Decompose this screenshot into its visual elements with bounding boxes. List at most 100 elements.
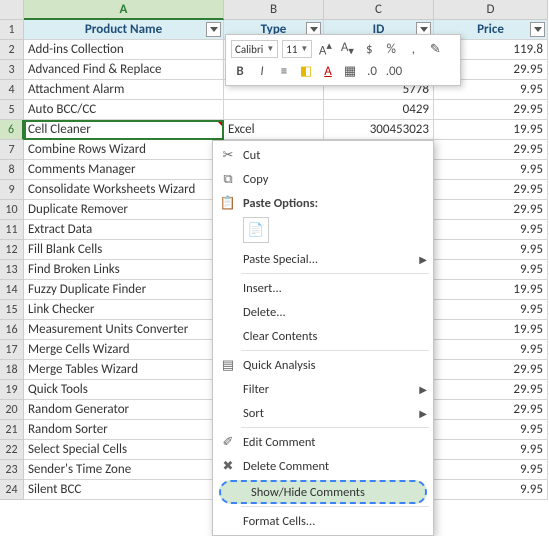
increase-font-icon[interactable]: A▴ xyxy=(316,39,334,58)
row-number[interactable]: 4 xyxy=(0,80,24,100)
cell[interactable]: 9.95 xyxy=(434,340,548,360)
row-number[interactable]: 10 xyxy=(0,200,24,220)
decrease-decimal-icon[interactable]: .0 xyxy=(363,64,381,79)
row-number[interactable]: 20 xyxy=(0,400,24,420)
row-number[interactable]: 11 xyxy=(0,220,24,240)
row-number[interactable]: 17 xyxy=(0,340,24,360)
menu-edit-comment[interactable]: ✐Edit Comment xyxy=(213,430,433,454)
cell[interactable]: 9.95 xyxy=(434,240,548,260)
cell[interactable]: 9.95 xyxy=(434,160,548,180)
fill-color-icon[interactable]: ◧ xyxy=(297,64,315,79)
filter-icon[interactable] xyxy=(530,22,545,37)
cell[interactable]: Fuzzy Duplicate Finder xyxy=(24,280,224,300)
col-header-C[interactable]: C xyxy=(324,0,434,20)
cell[interactable]: 29.95 xyxy=(434,180,548,200)
row-number[interactable]: 8 xyxy=(0,160,24,180)
cell[interactable]: 9.95 xyxy=(434,420,548,440)
cell[interactable]: Merge Tables Wizard xyxy=(24,360,224,380)
row-number[interactable]: 6 xyxy=(0,120,24,140)
borders-icon[interactable]: ▦ xyxy=(341,64,359,79)
comma-icon[interactable]: , xyxy=(404,42,422,57)
menu-cut[interactable]: ✂Cut xyxy=(213,143,433,167)
cell[interactable]: 300453023 xyxy=(324,120,434,140)
cell[interactable]: Comments Manager xyxy=(24,160,224,180)
cell[interactable]: Fill Blank Cells xyxy=(24,240,224,260)
filter-icon[interactable] xyxy=(206,22,221,37)
cell[interactable]: 0429 xyxy=(324,100,434,120)
cell[interactable]: Extract Data xyxy=(24,220,224,240)
row-number[interactable]: 2 xyxy=(0,40,24,60)
cell[interactable]: Add-ins Collection xyxy=(24,40,224,60)
row-number[interactable]: 19 xyxy=(0,380,24,400)
row-number[interactable]: 16 xyxy=(0,320,24,340)
font-size-select[interactable]: 11▼ xyxy=(282,40,312,58)
decrease-font-icon[interactable]: A▾ xyxy=(338,40,356,58)
italic-icon[interactable]: I xyxy=(253,64,271,79)
table-header-product[interactable]: Product Name xyxy=(24,20,224,40)
cell[interactable]: 9.95 xyxy=(434,260,548,280)
col-header-A[interactable]: A xyxy=(24,0,224,20)
cell[interactable]: Merge Cells Wizard xyxy=(24,340,224,360)
increase-decimal-icon[interactable]: .00 xyxy=(385,64,403,79)
cell[interactable]: Measurement Units Converter xyxy=(24,320,224,340)
cell[interactable]: Combine Rows Wizard xyxy=(24,140,224,160)
cell[interactable]: 9.95 xyxy=(434,220,548,240)
cell[interactable]: 29.95 xyxy=(434,200,548,220)
cell[interactable]: 29.95 xyxy=(434,380,548,400)
row-number[interactable]: 9 xyxy=(0,180,24,200)
cell[interactable]: Quick Tools xyxy=(24,380,224,400)
cell[interactable]: Sender's Time Zone xyxy=(24,460,224,480)
cell[interactable]: 29.95 xyxy=(434,360,548,380)
cell[interactable]: 9.95 xyxy=(434,300,548,320)
row-number[interactable]: 24 xyxy=(0,480,24,500)
cell[interactable]: 29.95 xyxy=(434,400,548,420)
menu-filter[interactable]: Filter▶ xyxy=(213,377,433,401)
menu-format-cells[interactable]: Format Cells... xyxy=(213,509,433,533)
row-number[interactable]: 7 xyxy=(0,140,24,160)
cell[interactable]: 9.95 xyxy=(434,460,548,480)
cell[interactable]: Auto BCC/CC xyxy=(24,100,224,120)
cell[interactable]: Excel xyxy=(224,120,324,140)
menu-insert[interactable]: Insert... xyxy=(213,276,433,300)
cell[interactable] xyxy=(224,100,324,120)
cell[interactable]: Attachment Alarm xyxy=(24,80,224,100)
paste-default-button[interactable]: 📄 xyxy=(243,217,269,243)
cell[interactable]: Consolidate Worksheets Wizard xyxy=(24,180,224,200)
cell[interactable]: Random Sorter xyxy=(24,420,224,440)
bold-icon[interactable]: B xyxy=(231,64,249,79)
currency-icon[interactable]: $ xyxy=(360,42,378,57)
cell[interactable]: 29.95 xyxy=(434,100,548,120)
cell[interactable]: 19.95 xyxy=(434,280,548,300)
cell[interactable]: 9.95 xyxy=(434,440,548,460)
cell[interactable]: Link Checker xyxy=(24,300,224,320)
row-number[interactable]: 3 xyxy=(0,60,24,80)
menu-delete[interactable]: Delete... xyxy=(213,300,433,324)
menu-show-hide-comments[interactable]: Show/Hide Comments xyxy=(219,480,427,504)
menu-delete-comment[interactable]: ✖Delete Comment xyxy=(213,454,433,478)
row-number[interactable]: 21 xyxy=(0,420,24,440)
menu-sort[interactable]: Sort▶ xyxy=(213,401,433,425)
format-painter-icon[interactable]: ✎ xyxy=(426,42,444,57)
row-number[interactable]: 1 xyxy=(0,20,24,40)
row-number[interactable]: 15 xyxy=(0,300,24,320)
row-number[interactable]: 14 xyxy=(0,280,24,300)
font-select[interactable]: Calibri▼ xyxy=(231,40,278,58)
row-number[interactable]: 12 xyxy=(0,240,24,260)
cell[interactable]: 29.95 xyxy=(434,140,548,160)
menu-quick-analysis[interactable]: ▤Quick Analysis xyxy=(213,353,433,377)
cell[interactable]: 19.95 xyxy=(434,120,548,140)
cell[interactable]: 9.95 xyxy=(434,480,548,500)
row-number[interactable]: 13 xyxy=(0,260,24,280)
font-color-icon[interactable]: A xyxy=(319,64,337,79)
menu-clear[interactable]: Clear Contents xyxy=(213,324,433,348)
cell[interactable]: Select Special Cells xyxy=(24,440,224,460)
row-number[interactable]: 5 xyxy=(0,100,24,120)
menu-paste-special[interactable]: Paste Special...▶ xyxy=(213,247,433,271)
row-number[interactable]: 22 xyxy=(0,440,24,460)
row-number[interactable]: 23 xyxy=(0,460,24,480)
cell[interactable]: 19.95 xyxy=(434,320,548,340)
cell[interactable]: Random Generator xyxy=(24,400,224,420)
cell[interactable]: Cell Cleaner xyxy=(24,120,224,140)
cell[interactable]: Duplicate Remover xyxy=(24,200,224,220)
col-header-D[interactable]: D xyxy=(434,0,548,20)
